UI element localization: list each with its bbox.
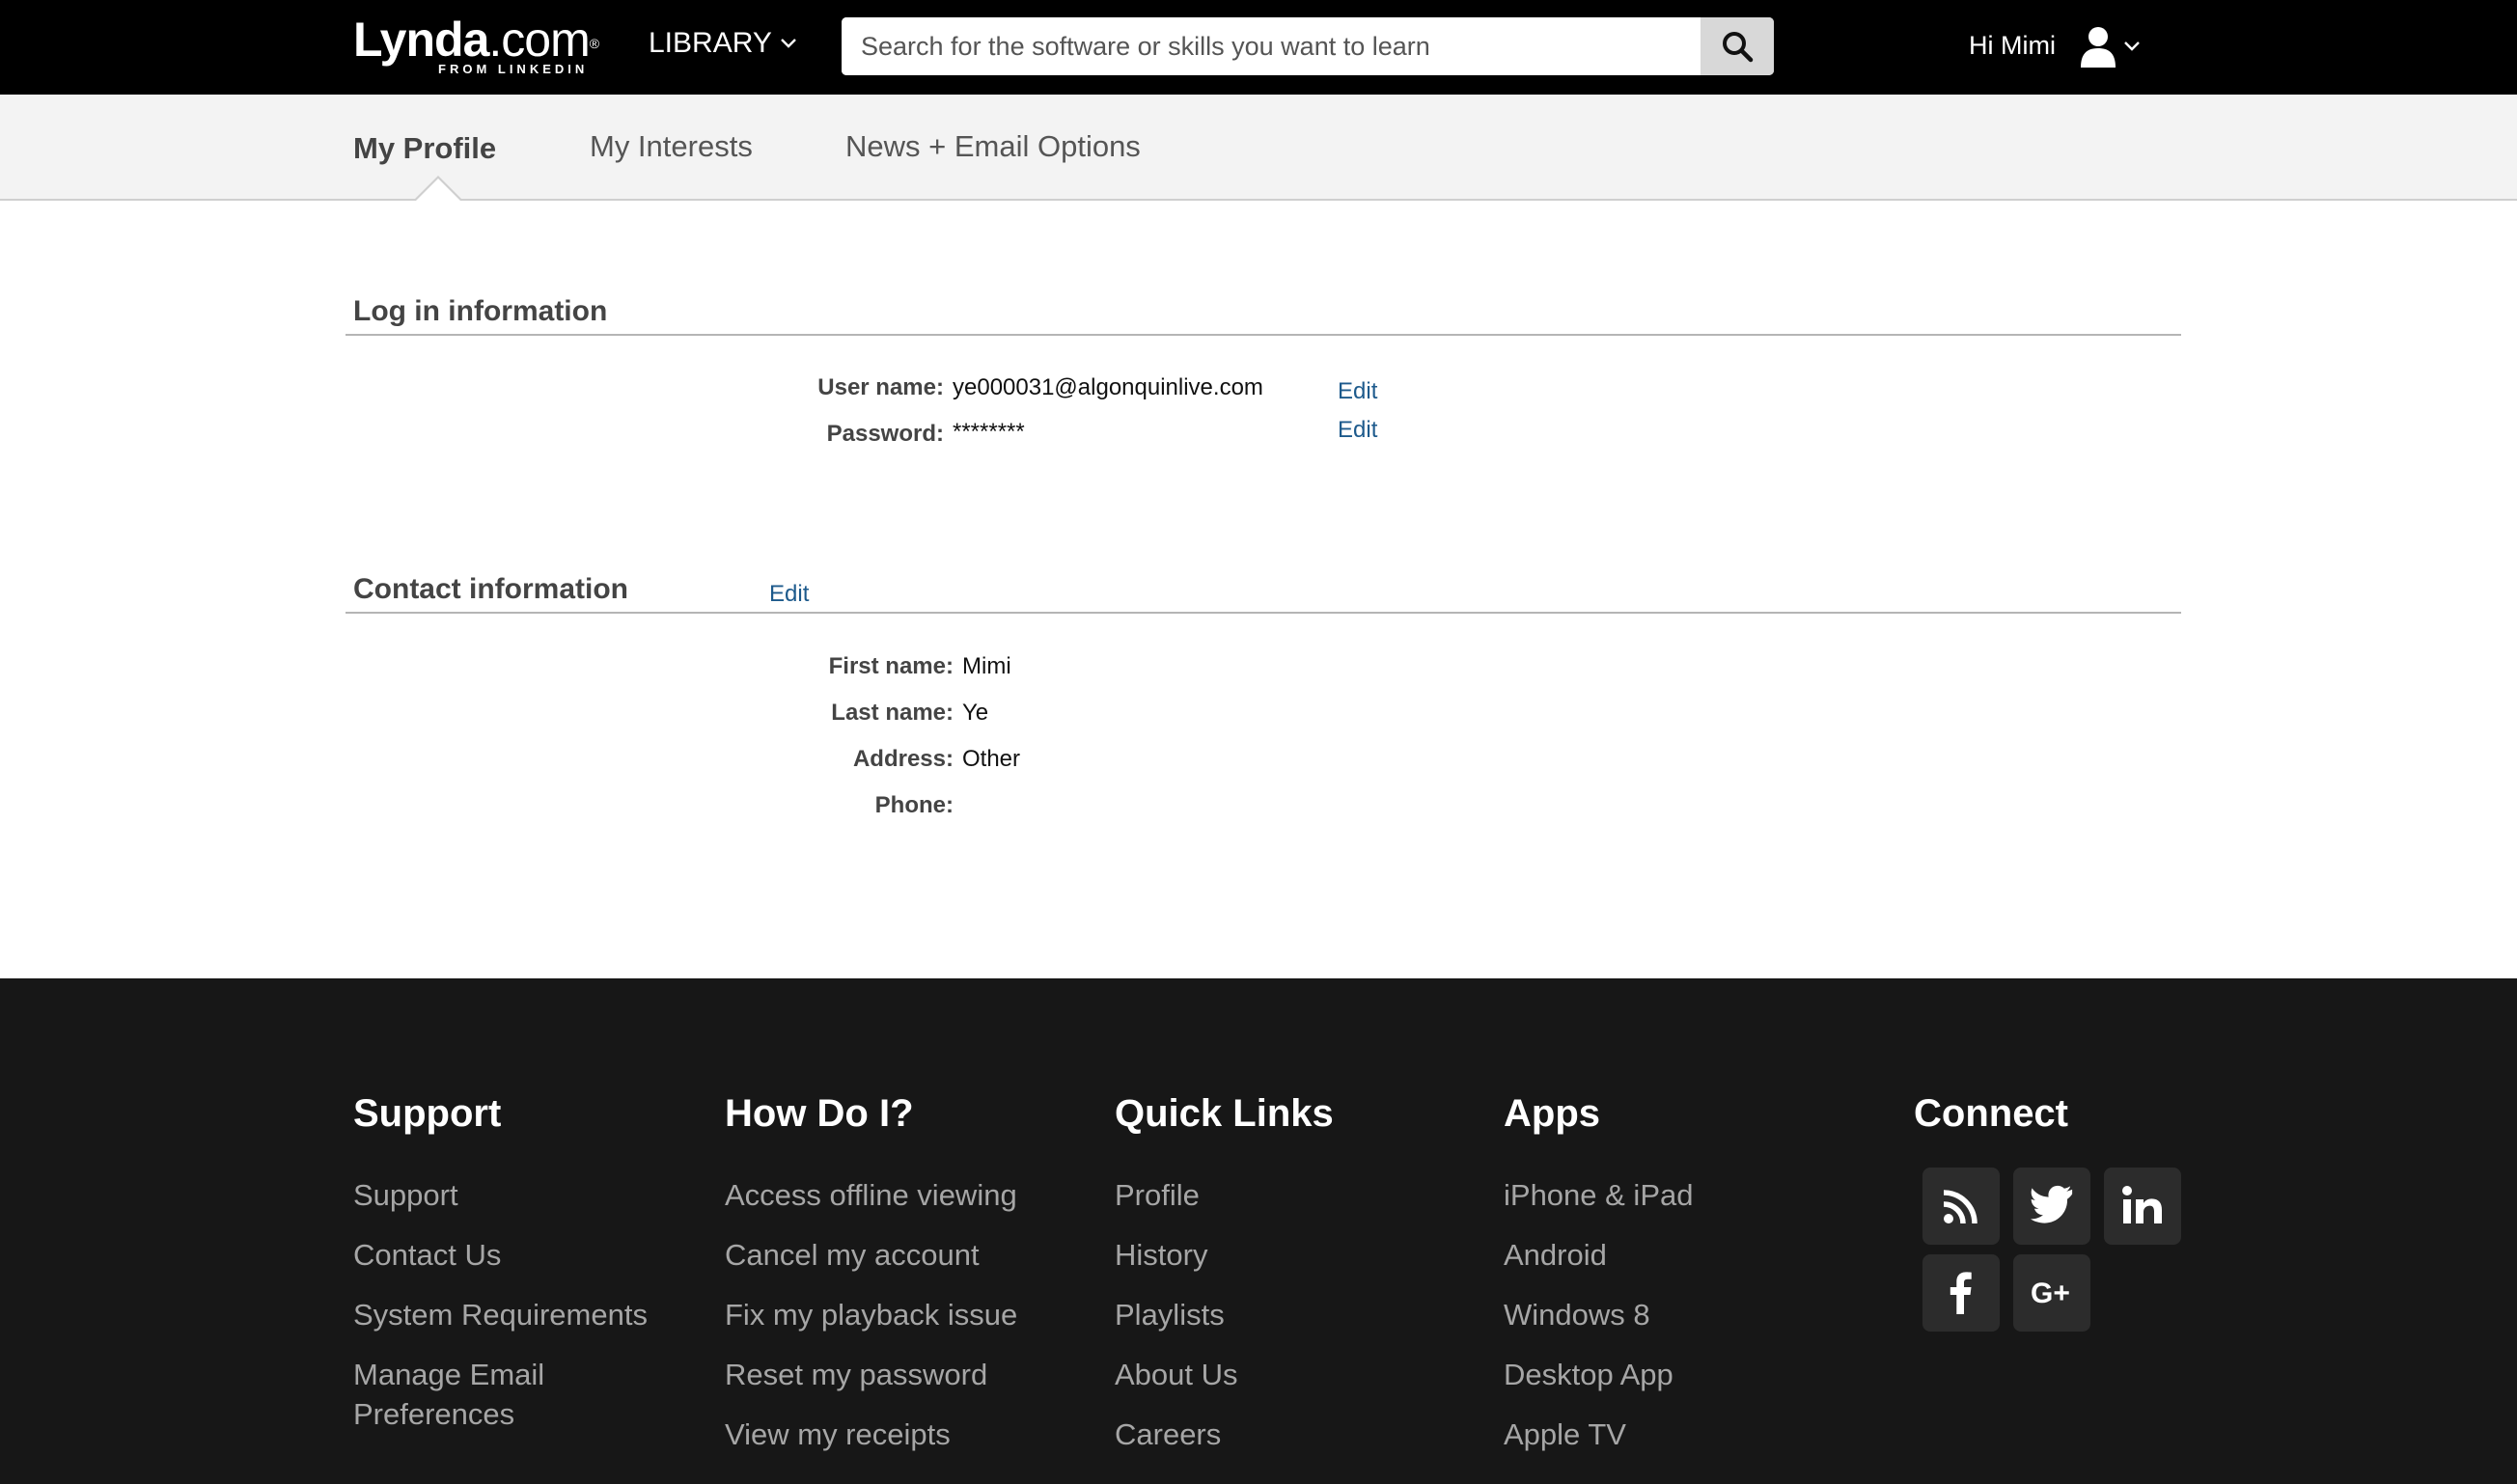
facebook-icon xyxy=(1950,1272,1972,1314)
footer-link-offline-viewing[interactable]: Access offline viewing xyxy=(725,1175,1017,1216)
library-label: LIBRARY xyxy=(649,27,772,59)
footer-link-playlists[interactable]: Playlists xyxy=(1115,1295,1225,1335)
footer-link-windows-8[interactable]: Windows 8 xyxy=(1504,1295,1650,1335)
first-name-value: Mimi xyxy=(962,653,1011,679)
login-section-title: Log in information xyxy=(353,295,608,327)
search-box xyxy=(842,17,1774,75)
twitter-icon xyxy=(2030,1185,2073,1223)
footer-link-careers[interactable]: Careers xyxy=(1115,1415,1221,1455)
twitter-link[interactable] xyxy=(2013,1168,2090,1245)
search-icon xyxy=(1723,32,1754,63)
linkedin-icon xyxy=(2122,1186,2162,1223)
logo-text: Lynda xyxy=(353,13,489,67)
contact-section-title: Contact information xyxy=(353,573,628,605)
password-label: Password: xyxy=(826,421,944,447)
footer-link-history[interactable]: History xyxy=(1115,1235,1207,1276)
search-input[interactable] xyxy=(842,17,1701,75)
section-divider xyxy=(346,334,2181,336)
library-menu[interactable]: LIBRARY xyxy=(649,27,797,60)
footer-link-cancel-account[interactable]: Cancel my account xyxy=(725,1235,980,1276)
user-account-menu[interactable] xyxy=(2079,25,2141,68)
footer-link-playback-issue[interactable]: Fix my playback issue xyxy=(725,1295,1017,1335)
lynda-logo[interactable]: Lynda.com® FROM LINKEDIN xyxy=(353,13,599,76)
site-footer: Support Support Contact Us System Requir… xyxy=(0,978,2517,1484)
footer-connect-title: Connect xyxy=(1914,1092,2068,1135)
username-value: ye000031@algonquinlive.com xyxy=(953,374,1263,400)
footer-link-desktop-app[interactable]: Desktop App xyxy=(1504,1355,1673,1395)
phone-label: Phone: xyxy=(874,792,954,818)
edit-contact-link[interactable]: Edit xyxy=(769,581,809,608)
username-label: User name: xyxy=(817,374,944,400)
tab-my-profile[interactable]: My Profile xyxy=(353,131,496,166)
linkedin-link[interactable] xyxy=(2104,1168,2181,1245)
search-button[interactable] xyxy=(1701,17,1774,75)
edit-password-link[interactable]: Edit xyxy=(1338,417,1377,444)
top-navbar: Lynda.com® FROM LINKEDIN LIBRARY Hi Mimi xyxy=(0,0,2517,95)
tab-my-interests[interactable]: My Interests xyxy=(590,129,753,164)
footer-howdoi-title: How Do I? xyxy=(725,1092,914,1135)
last-name-value: Ye xyxy=(962,700,989,726)
footer-link-support[interactable]: Support xyxy=(353,1175,458,1216)
footer-link-system-requirements[interactable]: System Requirements xyxy=(353,1295,648,1335)
user-greeting: Hi Mimi xyxy=(1969,31,2056,60)
user-icon xyxy=(2081,27,2116,68)
footer-link-iphone-ipad[interactable]: iPhone & iPad xyxy=(1504,1175,1693,1216)
footer-link-about-us[interactable]: About Us xyxy=(1115,1355,1238,1395)
svg-text:G+: G+ xyxy=(2031,1278,2070,1309)
footer-link-manage-email[interactable]: Manage Email xyxy=(353,1355,544,1395)
footer-quicklinks-title: Quick Links xyxy=(1115,1092,1334,1135)
chevron-down-icon xyxy=(780,39,796,48)
first-name-label: First name: xyxy=(828,653,954,679)
active-tab-indicator xyxy=(413,176,463,202)
tab-news-email-options[interactable]: News + Email Options xyxy=(845,129,1141,164)
facebook-link[interactable] xyxy=(1922,1254,2000,1332)
edit-username-link[interactable]: Edit xyxy=(1338,378,1377,405)
google-plus-icon: G+ xyxy=(2031,1278,2070,1309)
footer-link-profile[interactable]: Profile xyxy=(1115,1175,1200,1216)
logo-subtitle: FROM LINKEDIN xyxy=(438,62,589,76)
footer-apps-title: Apps xyxy=(1504,1092,1600,1135)
last-name-label: Last name: xyxy=(831,700,954,726)
profile-tabs: My Profile My Interests News + Email Opt… xyxy=(0,95,2517,201)
footer-support-title: Support xyxy=(353,1092,502,1135)
address-value: Other xyxy=(962,746,1021,772)
footer-link-reset-password[interactable]: Reset my password xyxy=(725,1355,987,1395)
footer-link-contact-us[interactable]: Contact Us xyxy=(353,1235,501,1276)
address-label: Address: xyxy=(852,746,954,772)
footer-link-view-receipts[interactable]: View my receipts xyxy=(725,1415,951,1455)
password-value: ******** xyxy=(953,419,1025,445)
footer-link-apple-tv[interactable]: Apple TV xyxy=(1504,1415,1626,1455)
rss-icon xyxy=(1943,1190,1978,1224)
section-divider xyxy=(346,612,2181,614)
footer-link-android[interactable]: Android xyxy=(1504,1235,1607,1276)
google-plus-link[interactable]: G+ xyxy=(2013,1254,2090,1332)
chevron-down-icon xyxy=(2124,41,2140,51)
footer-link-preferences[interactable]: Preferences xyxy=(353,1394,514,1435)
logo-text-domain: .com xyxy=(488,13,590,67)
rss-link[interactable] xyxy=(1922,1168,2000,1245)
